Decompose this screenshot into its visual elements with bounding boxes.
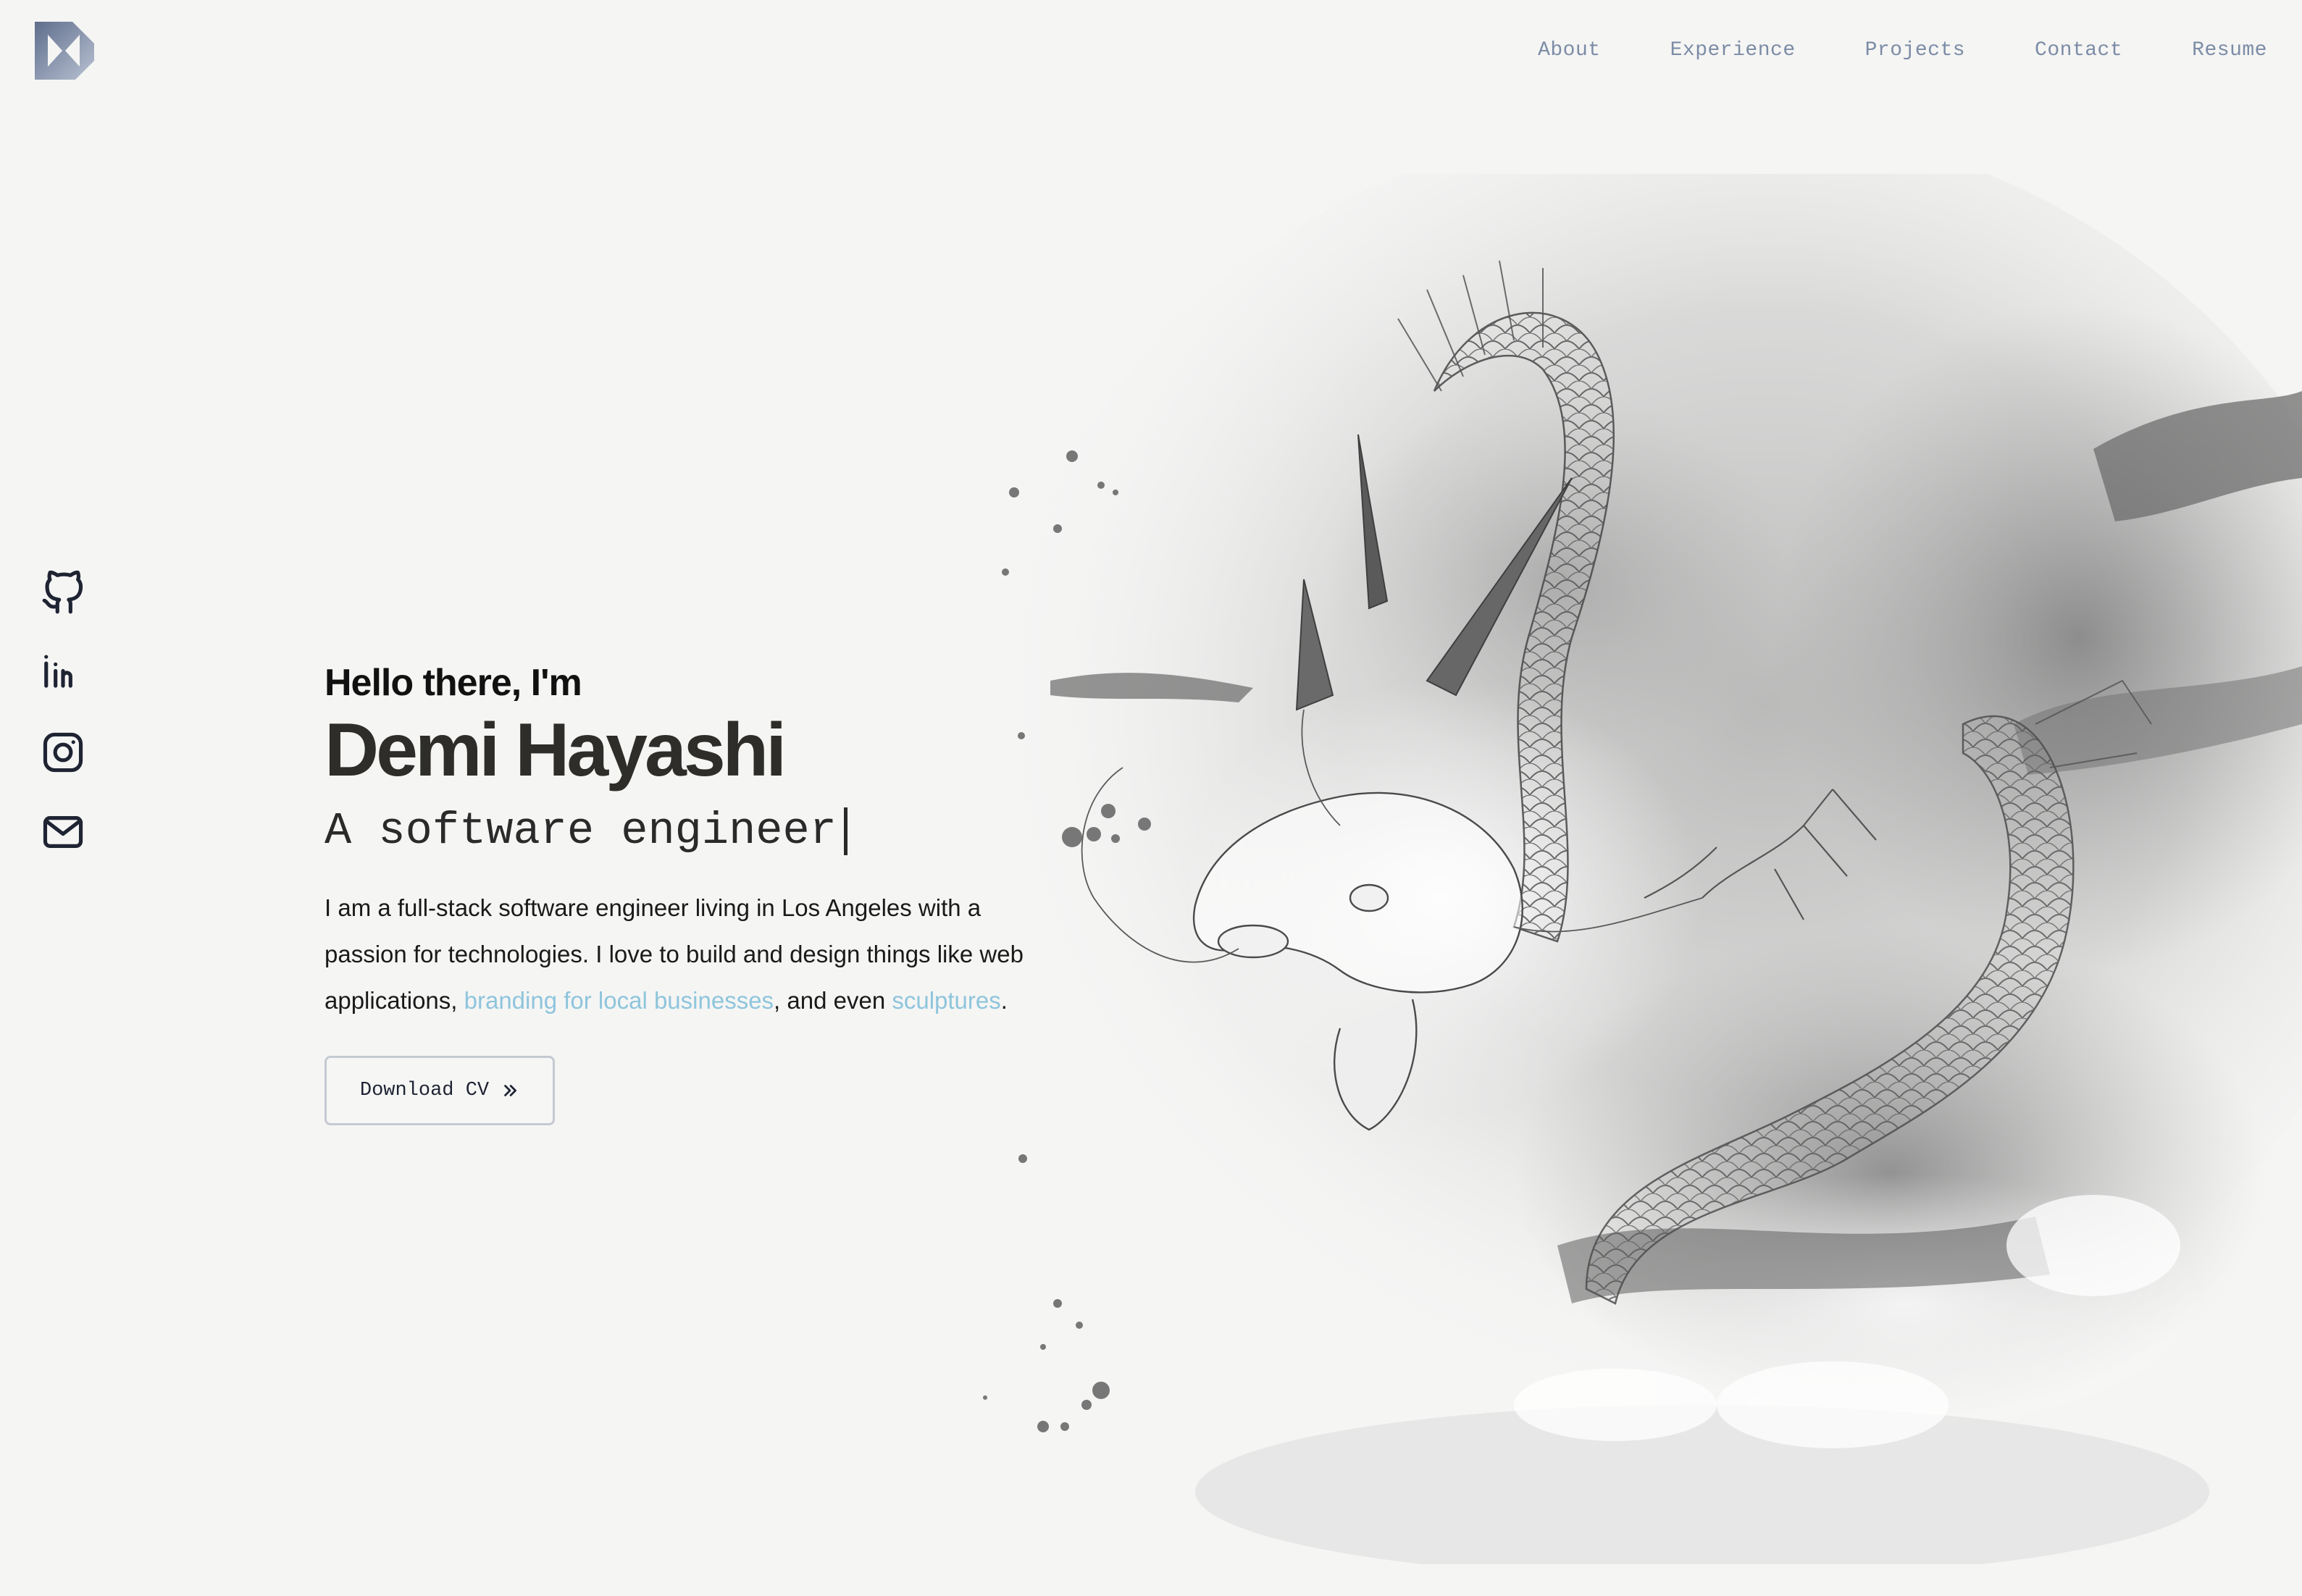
main-nav: About Experience Projects Contact Resume <box>1538 38 2267 64</box>
linkedin-link[interactable] <box>41 650 85 695</box>
hero-role: A software engineer <box>325 797 1092 866</box>
bio-text-2: , and even <box>774 987 892 1014</box>
dh-monogram-logo-icon <box>35 22 94 80</box>
hero-bio: I am a full-stack software engineer livi… <box>325 885 1063 1024</box>
github-link[interactable] <box>41 570 85 616</box>
mail-icon <box>43 816 83 848</box>
nav-link-about[interactable]: About <box>1538 38 1601 64</box>
bio-text-3: . <box>1000 987 1008 1014</box>
nav-link-contact[interactable]: Contact <box>2035 38 2122 64</box>
nav-link-experience[interactable]: Experience <box>1670 38 1796 64</box>
github-icon <box>42 570 83 614</box>
hero-name: Demi Hayashi <box>325 708 787 792</box>
linkedin-icon <box>44 655 72 688</box>
instagram-link[interactable] <box>41 730 85 775</box>
logo[interactable] <box>35 22 94 80</box>
ink-dragon-illustration <box>983 174 2302 1564</box>
download-cv-label: Download CV <box>359 1080 490 1101</box>
bio-link-sculptures[interactable]: sculptures <box>892 987 1000 1014</box>
hero-section: Hello there, I'm Demi Hayashi A software… <box>325 659 1092 1125</box>
nav-link-resume[interactable]: Resume <box>2192 38 2267 64</box>
download-cv-button[interactable]: Download CV <box>325 1056 555 1125</box>
chevrons-right-icon <box>504 1085 517 1096</box>
typing-cursor <box>843 807 847 855</box>
hero-role-text: A software engineer <box>325 805 837 857</box>
email-link[interactable] <box>41 810 85 854</box>
nav-link-projects[interactable]: Projects <box>1865 38 1965 64</box>
bio-link-branding[interactable]: branding for local businesses <box>464 987 774 1014</box>
hero-greeting: Hello there, I'm <box>325 662 582 704</box>
instagram-icon <box>43 732 83 773</box>
social-links <box>41 570 85 854</box>
